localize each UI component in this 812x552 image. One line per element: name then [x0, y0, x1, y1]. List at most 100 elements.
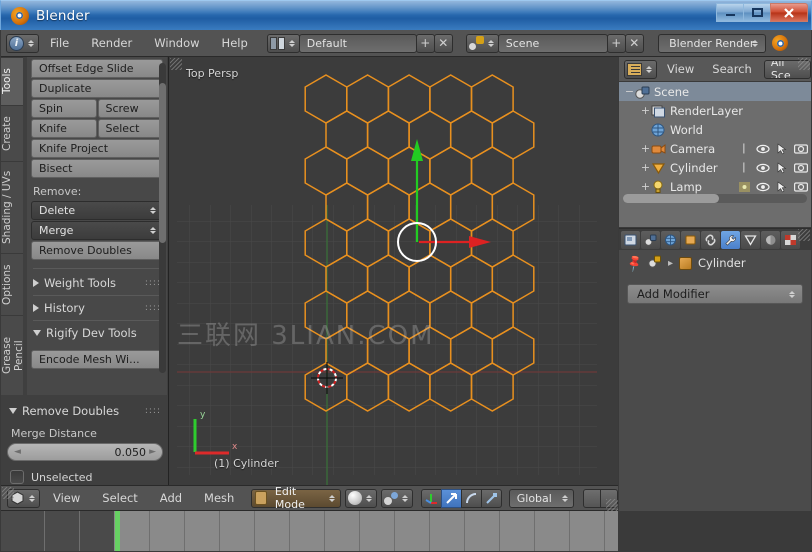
tool-shelf-scrollbar[interactable]: [159, 63, 166, 373]
restrict-view-icon[interactable]: ❘: [736, 142, 752, 156]
modifier-tab[interactable]: [721, 231, 740, 249]
menu-file[interactable]: File: [39, 30, 80, 57]
eye-icon[interactable]: [755, 180, 771, 194]
tab-tools[interactable]: Tools: [1, 57, 23, 105]
viewport-menu-select[interactable]: Select: [93, 491, 146, 505]
camera-render-icon[interactable]: [793, 161, 809, 175]
scale-manipulator-icon[interactable]: [481, 489, 502, 508]
expand-toggle[interactable]: +: [640, 162, 651, 173]
tab-create[interactable]: Create: [1, 105, 23, 161]
add-scene-button[interactable]: +: [607, 34, 626, 53]
camera-render-icon[interactable]: [793, 180, 809, 194]
outliner-editor-type-selector[interactable]: [624, 60, 657, 79]
viewport-editor-type-selector[interactable]: [7, 489, 40, 508]
merge-distance-input[interactable]: ◄ 0.050 ►: [7, 443, 163, 461]
viewport-shading-selector[interactable]: [345, 489, 377, 508]
minimize-button[interactable]: [716, 3, 744, 22]
button-screw[interactable]: Screw: [98, 99, 164, 118]
3d-viewport[interactable]: y x Top Persp 三联网 3LIAN.COM (1) Cylinder: [169, 57, 618, 485]
expand-toggle[interactable]: +: [640, 105, 651, 116]
particles-tab[interactable]: [741, 231, 760, 249]
editor-type-selector[interactable]: i: [6, 34, 39, 53]
constraints-tab[interactable]: [701, 231, 720, 249]
cursor-icon[interactable]: [774, 142, 790, 156]
outliner-row-cylinder[interactable]: + Cylinder ❘: [619, 158, 811, 177]
viewport-menu-view[interactable]: View: [44, 491, 89, 505]
pin-icon[interactable]: 📌: [624, 253, 644, 273]
outliner-scrollbar[interactable]: [623, 194, 807, 203]
layers-icon[interactable]: [583, 489, 618, 508]
unselected-row[interactable]: Unselected: [7, 470, 163, 484]
button-bisect[interactable]: Bisect: [31, 159, 163, 178]
eye-icon[interactable]: [755, 142, 771, 156]
texture-tab[interactable]: [781, 231, 800, 249]
camera-render-icon[interactable]: [793, 142, 809, 156]
add-screen-button[interactable]: +: [416, 34, 435, 53]
interaction-mode-selector[interactable]: Edit Mode: [251, 489, 340, 508]
button-select[interactable]: Select: [98, 119, 164, 138]
timeline-playhead[interactable]: [115, 511, 120, 551]
outliner-menu-search[interactable]: Search: [704, 62, 760, 76]
timeline-editor[interactable]: [1, 511, 618, 551]
render-tab[interactable]: [621, 231, 640, 249]
outliner-row-camera[interactable]: + Camera ❘: [619, 139, 811, 158]
remove-scene-button[interactable]: ✕: [625, 34, 644, 53]
screen-layout-selector[interactable]: [267, 34, 300, 53]
properties-editor[interactable]: 📌 ▸ Cylinder Add Modifier: [619, 228, 811, 511]
outliner-menu-view[interactable]: View: [659, 62, 702, 76]
transform-manipulator-icon[interactable]: [421, 489, 442, 508]
tab-shading-uvs[interactable]: Shading / UVs: [1, 161, 23, 253]
panel-history[interactable]: History ::::: [31, 298, 163, 318]
translate-manipulator-icon[interactable]: [441, 489, 462, 508]
outliner-editor[interactable]: View Search All Sce − Scene + RenderLaye…: [619, 57, 811, 227]
close-button[interactable]: [770, 3, 808, 22]
eye-icon[interactable]: [755, 161, 771, 175]
material-tab[interactable]: [761, 231, 780, 249]
tab-options[interactable]: Options: [1, 253, 23, 315]
pivot-point-selector[interactable]: [381, 489, 413, 508]
button-knife[interactable]: Knife: [31, 119, 97, 138]
viewport-menu-mesh[interactable]: Mesh: [195, 491, 243, 505]
button-offset-edge-slide[interactable]: Offset Edge Slide: [31, 59, 163, 78]
outliner-row-renderlayer[interactable]: + RenderLayer: [619, 101, 811, 120]
dropdown-merge[interactable]: Merge: [31, 221, 163, 240]
dropdown-delete[interactable]: Delete: [31, 201, 163, 220]
expand-toggle[interactable]: +: [640, 143, 651, 154]
outliner-display-mode[interactable]: All Sce: [764, 60, 811, 79]
panel-weight-tools[interactable]: Weight Tools ::::: [31, 273, 163, 293]
menu-window[interactable]: Window: [143, 30, 210, 57]
button-knife-project[interactable]: Knife Project: [31, 139, 163, 158]
unselected-checkbox[interactable]: [10, 470, 24, 484]
maximize-button[interactable]: [743, 3, 771, 22]
chevron-right-icon[interactable]: ►: [149, 447, 156, 457]
restrict-view-icon[interactable]: ❘: [736, 161, 752, 175]
viewport-menu-add[interactable]: Add: [151, 491, 191, 505]
remove-screen-button[interactable]: ✕: [434, 34, 453, 53]
transform-orientation-selector[interactable]: Global: [509, 489, 574, 508]
restrict-view-icon[interactable]: [736, 180, 752, 194]
scene-tab[interactable]: [641, 231, 660, 249]
button-spin[interactable]: Spin: [31, 99, 97, 118]
collapse-toggle[interactable]: −: [624, 86, 635, 97]
outliner-row-world[interactable]: World: [619, 120, 811, 139]
expand-toggle[interactable]: +: [640, 181, 651, 192]
panel-rigify-dev-tools[interactable]: Rigify Dev Tools: [31, 323, 163, 343]
outliner-row-scene[interactable]: − Scene: [619, 82, 811, 101]
menu-help[interactable]: Help: [211, 30, 259, 57]
button-duplicate[interactable]: Duplicate: [31, 79, 163, 98]
button-remove-doubles[interactable]: Remove Doubles: [31, 241, 163, 260]
operator-panel-header[interactable]: Remove Doubles ::::: [7, 399, 163, 421]
scene-selector[interactable]: [466, 34, 499, 53]
cursor-icon[interactable]: [774, 161, 790, 175]
tab-grease-pencil[interactable]: Grease Pencil: [1, 315, 23, 395]
add-modifier-button[interactable]: Add Modifier: [627, 284, 803, 304]
button-encode-mesh[interactable]: Encode Mesh Wi...: [31, 350, 163, 369]
screen-name-field[interactable]: Default: [299, 34, 417, 53]
cursor-icon[interactable]: [774, 180, 790, 194]
menu-render[interactable]: Render: [80, 30, 143, 57]
object-tab[interactable]: [681, 231, 700, 249]
rotate-manipulator-icon[interactable]: [461, 489, 482, 508]
chevron-left-icon[interactable]: ◄: [14, 447, 21, 457]
scene-name-field[interactable]: Scene: [498, 34, 608, 53]
world-tab[interactable]: [661, 231, 680, 249]
